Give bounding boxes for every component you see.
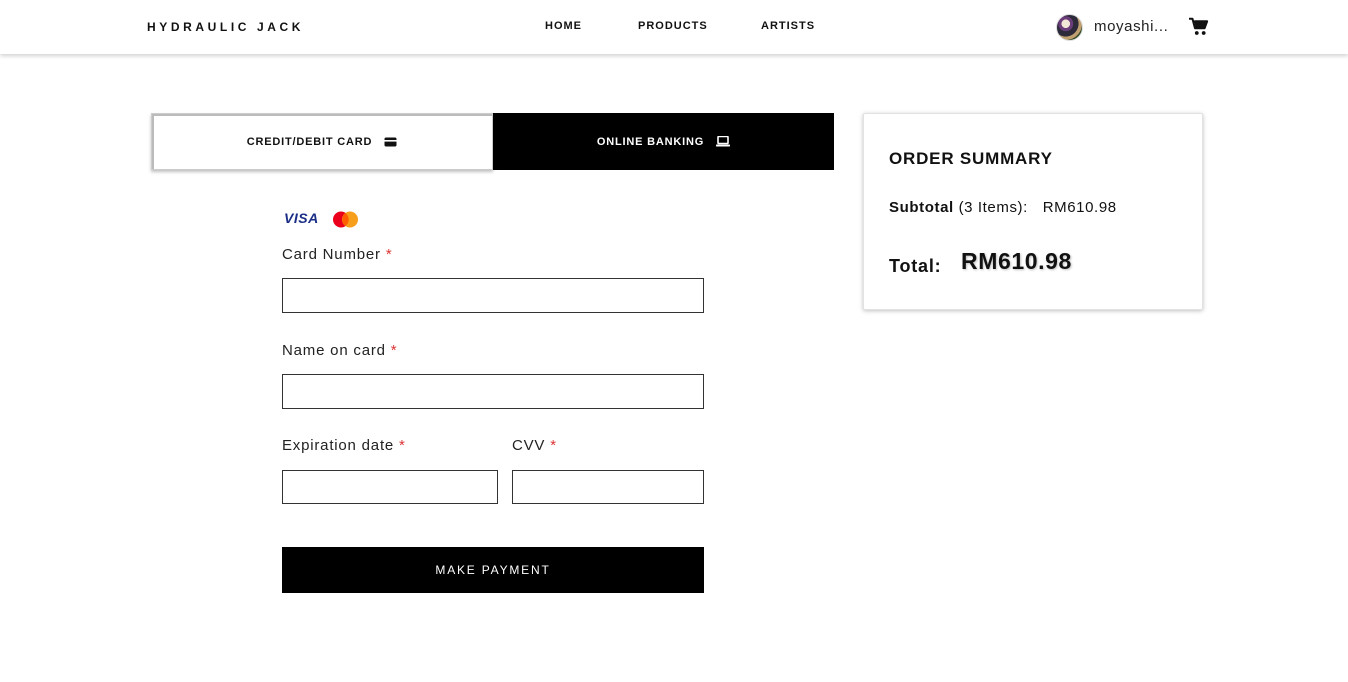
required-mark: * xyxy=(385,246,393,263)
required-mark: * xyxy=(550,437,557,454)
nav-home[interactable]: HOME xyxy=(545,20,582,32)
tab-credit-debit-card-label: CREDIT/DEBIT CARD xyxy=(246,135,373,148)
nav-artists[interactable]: ARTISTS xyxy=(761,20,815,32)
brand-logo-text[interactable]: HYDRAULIC JACK xyxy=(147,20,304,34)
name-on-card-label: Name on card * xyxy=(282,342,397,359)
cvv-label: CVV * xyxy=(512,437,557,454)
expiration-date-input[interactable] xyxy=(282,470,498,504)
user-avatar[interactable] xyxy=(1056,14,1083,41)
cvv-label-text: CVV xyxy=(512,437,546,454)
make-payment-button[interactable]: MAKE PAYMENT xyxy=(282,547,704,593)
name-on-card-label-text: Name on card xyxy=(282,342,386,359)
name-on-card-input[interactable] xyxy=(282,374,704,409)
top-navbar: HYDRAULIC JACK HOME PRODUCTS ARTISTS moy… xyxy=(0,0,1348,54)
required-mark: * xyxy=(399,437,406,454)
expiration-date-label-text: Expiration date xyxy=(282,437,395,454)
nav-products[interactable]: PRODUCTS xyxy=(638,20,708,32)
required-mark: * xyxy=(390,342,398,359)
visa-logo: VISA xyxy=(284,210,319,226)
credit-card-icon xyxy=(384,137,397,146)
tab-credit-debit-card[interactable]: CREDIT/DEBIT CARD xyxy=(151,113,493,170)
tab-online-banking-label: ONLINE BANKING xyxy=(596,135,705,148)
item-count: (3 Items): xyxy=(958,199,1028,216)
cvv-input[interactable] xyxy=(512,470,704,504)
username-link[interactable]: moyashi... xyxy=(1094,18,1169,35)
order-summary-title: ORDER SUMMARY xyxy=(889,149,1053,168)
total-label: Total: xyxy=(889,256,942,276)
card-number-label: Card Number * xyxy=(282,246,392,263)
order-summary-card: ORDER SUMMARY Subtotal (3 Items): RM610.… xyxy=(863,113,1203,310)
card-number-input[interactable] xyxy=(282,278,704,313)
subtotal-label: Subtotal xyxy=(889,199,954,216)
expiration-date-label: Expiration date * xyxy=(282,437,406,454)
subtotal-value: RM610.98 xyxy=(1042,199,1117,216)
laptop-icon xyxy=(716,136,731,147)
tab-online-banking[interactable]: ONLINE BANKING xyxy=(493,113,834,170)
subtotal-row: Subtotal (3 Items): RM610.98 xyxy=(889,199,1117,216)
mastercard-logo xyxy=(333,211,358,228)
total-value: RM610.98 xyxy=(961,248,1072,274)
card-number-label-text: Card Number xyxy=(282,246,381,263)
shopping-cart-icon[interactable] xyxy=(1188,17,1209,36)
